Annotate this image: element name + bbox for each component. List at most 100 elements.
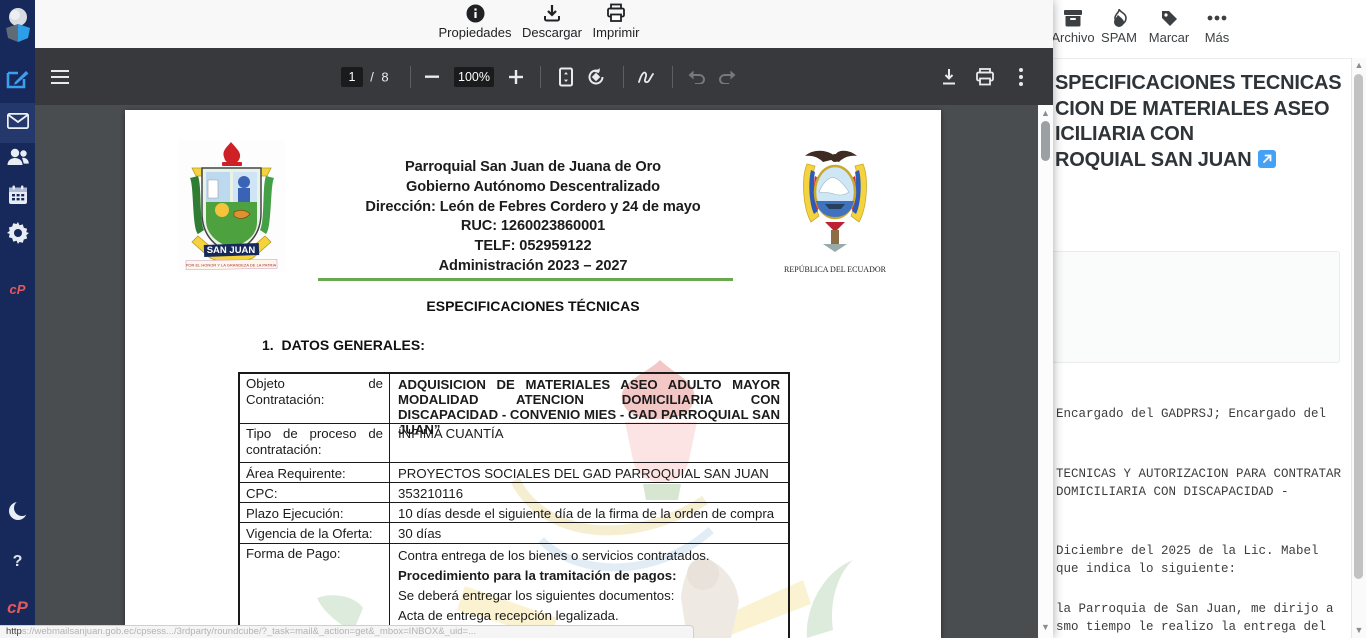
subject-line: CION DE MATERIALES ASEO: [1055, 97, 1341, 123]
table-row: Área Requirente: PROYECTOS SOCIALES DEL …: [240, 463, 788, 483]
section-title: DATOS GENERALES:: [281, 337, 424, 353]
row-value: 353210116: [390, 483, 788, 502]
table-row: Forma de Pago: Contra entrega de los bie…: [240, 544, 788, 638]
pdf-page: SAN JUAN POR EL HONOR Y LA GRANDEZA DE L…: [125, 110, 941, 638]
archive-button[interactable]: Archivo: [1053, 8, 1101, 45]
toolbar-print-icon[interactable]: [976, 68, 995, 86]
flame-icon: [1095, 8, 1143, 28]
archive-icon: [1053, 8, 1101, 28]
table-row: CPC: 353210116: [240, 483, 788, 503]
table-row: Objeto de Contratación: ADQUISICION DE M…: [240, 374, 788, 424]
properties-label: Propiedades: [439, 25, 512, 40]
payment-line: Acta de entrega recepción legalizada.: [398, 606, 780, 626]
header-line: Gobierno Autónomo Descentralizado: [318, 178, 748, 198]
kebab-menu-icon[interactable]: [1019, 68, 1023, 86]
row-value: PROYECTOS SOCIALES DEL GAD PARROQUIAL SA…: [390, 463, 788, 482]
institution-header: Parroquial San Juan de Juana de Oro Gobi…: [318, 158, 748, 277]
scroll-up-icon[interactable]: ▲: [1352, 61, 1366, 70]
row-label: CPC:: [240, 483, 390, 502]
zoom-in-icon[interactable]: [509, 70, 523, 84]
zoom-level[interactable]: 100%: [454, 67, 494, 87]
more-button[interactable]: Más: [1195, 8, 1239, 45]
table-row: Tipo de proceso de contratación: ÍNFIMA …: [240, 424, 788, 463]
spam-label: SPAM: [1101, 30, 1137, 45]
redo-icon: [719, 70, 737, 84]
row-label: Forma de Pago:: [240, 544, 390, 638]
header-line: RUC: 1260023860001: [318, 217, 748, 237]
zoom-out-icon[interactable]: [425, 75, 439, 78]
webmail-logo-icon[interactable]: [0, 6, 35, 44]
pdf-scrollbar[interactable]: ▲ ▼: [1038, 105, 1053, 638]
subject-line: SPECIFICACIONES TECNICAS: [1055, 71, 1341, 97]
payment-line: Se deberá entregar los siguientes docume…: [398, 586, 780, 606]
fit-page-icon[interactable]: [559, 67, 573, 86]
settings-gear-icon[interactable]: [0, 222, 35, 244]
row-value: 10 días desde el siguiente día de la fir…: [390, 503, 788, 522]
attachment-preview-box[interactable]: [1053, 251, 1340, 363]
print-icon: [573, 3, 659, 23]
table-row: Plazo Ejecución: 10 días desde el siguie…: [240, 503, 788, 523]
pdf-canvas-area[interactable]: SAN JUAN POR EL HONOR Y LA GRANDEZA DE L…: [35, 105, 1038, 638]
row-label: Objeto de Contratación:: [240, 374, 390, 423]
email-body-line: TECNICAS Y AUTORIZACION PARA CONTRATAR: [1056, 467, 1341, 481]
email-body-line: smo tiempo le realizo la entrega del: [1056, 620, 1326, 634]
table-row: Vigencia de la Oferta: 30 días: [240, 523, 788, 544]
page-number-input[interactable]: 1: [341, 67, 363, 87]
more-label: Más: [1205, 30, 1230, 45]
print-label: Imprimir: [593, 25, 640, 40]
mail-icon[interactable]: [0, 113, 35, 129]
email-scrollbar[interactable]: ▲ ▼: [1351, 58, 1366, 638]
undo-icon: [687, 70, 705, 84]
shield-banner-text: SAN JUAN: [207, 245, 256, 256]
email-scrollbar-thumb[interactable]: [1354, 74, 1363, 579]
pdf-scrollbar-thumb[interactable]: [1041, 121, 1050, 161]
annotate-icon[interactable]: [638, 70, 658, 84]
cpanel-icon[interactable]: cP: [0, 282, 35, 297]
status-url-prefix: http: [6, 626, 22, 637]
print-button[interactable]: Imprimir: [573, 3, 659, 40]
row-value: ADQUISICION DE MATERIALES ASEO ADULTO MA…: [390, 374, 788, 423]
row-value: 30 días: [390, 523, 788, 543]
section-number: 1.: [262, 337, 274, 353]
row-value: ÍNFIMA CUANTÍA: [390, 424, 788, 462]
spam-button[interactable]: SPAM: [1095, 8, 1143, 45]
document-title: ESPECIFICACIONES TÉCNICAS: [125, 298, 941, 314]
scroll-up-icon[interactable]: ▲: [1038, 109, 1053, 118]
email-body-line: la Parroquia de San Juan, me dirijo a: [1056, 602, 1334, 616]
tag-icon: [1143, 8, 1195, 28]
menu-icon[interactable]: [51, 70, 69, 84]
mark-button[interactable]: Marcar: [1143, 8, 1195, 45]
external-link-icon[interactable]: [1258, 150, 1276, 168]
scroll-down-icon[interactable]: ▼: [1038, 623, 1053, 632]
rotate-icon[interactable]: [586, 67, 606, 87]
calendar-icon[interactable]: [0, 185, 35, 205]
status-url: s://webmailsanjuan.gob.ec/cpsess.../3rdp…: [22, 626, 476, 637]
toolbar-download-icon[interactable]: [940, 68, 958, 86]
email-reading-pane: Archivo SPAM Marcar Más SPECIFICACIONES …: [1053, 0, 1366, 638]
browser-status-bubble: https://webmailsanjuan.gob.ec/cpsess.../…: [0, 625, 694, 638]
row-label: Plazo Ejecución:: [240, 503, 390, 522]
scroll-down-icon[interactable]: ▼: [1352, 626, 1366, 635]
properties-button[interactable]: Propiedades: [432, 3, 518, 40]
email-body-line: DOMICILIARIA CON DISCAPACIDAD -: [1056, 485, 1289, 499]
contacts-icon[interactable]: [0, 148, 35, 166]
datos-generales-table: Objeto de Contratación: ADQUISICION DE M…: [238, 372, 790, 638]
header-line: Dirección: León de Febres Cordero y 24 d…: [318, 198, 748, 218]
shield-motto-text: POR EL HONOR Y LA GRANDEZA DE LA PATRIA: [186, 263, 277, 268]
email-body-line: Encargado del GADPRSJ; Encargado del: [1056, 407, 1326, 421]
payment-line: Contra entrega de los bienes o servicios…: [398, 546, 780, 566]
page-total: 8: [381, 69, 388, 84]
email-body-line: Diciembre del 2025 de la Lic. Mabel: [1056, 544, 1319, 558]
mark-label: Marcar: [1149, 30, 1189, 45]
help-icon[interactable]: ?: [0, 553, 35, 571]
san-juan-coat-of-arms: SAN JUAN POR EL HONOR Y LA GRANDEZA DE L…: [178, 140, 285, 272]
compose-icon[interactable]: [0, 68, 35, 91]
ecuador-coat-of-arms: [793, 146, 877, 262]
pdf-viewer: Propiedades Descargar Imprimir 1 / 8: [35, 0, 1053, 638]
row-value: Contra entrega de los bienes o servicios…: [390, 544, 788, 638]
archive-label: Archivo: [1053, 30, 1095, 45]
dark-mode-moon-icon[interactable]: [0, 500, 35, 522]
email-subject: SPECIFICACIONES TECNICAS CION DE MATERIA…: [1055, 71, 1341, 174]
cpanel-footer-logo[interactable]: cP: [0, 598, 35, 618]
pdf-toolbar: 1 / 8 100%: [35, 48, 1053, 105]
